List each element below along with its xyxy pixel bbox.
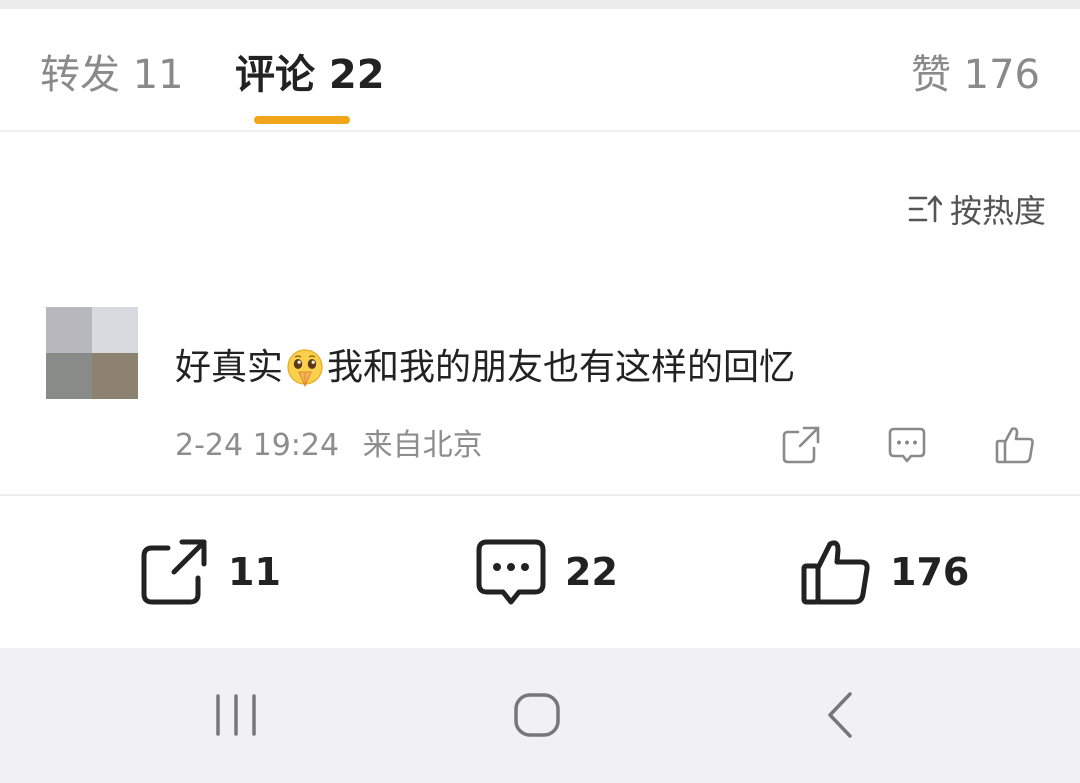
avatar[interactable] [46, 307, 138, 399]
share-button[interactable]: 11 [138, 536, 281, 608]
like-count: 176 [890, 550, 970, 594]
sort-icon [908, 195, 942, 223]
comment-icon [476, 539, 546, 605]
comment-meta: 2-24 19:24 来自北京 [175, 426, 483, 466]
tab-like[interactable]: 赞 176 [911, 51, 1040, 99]
tab-comment[interactable]: 评论 22 [235, 51, 385, 99]
top-edge-strip [0, 0, 1080, 9]
avatar-pixel [46, 307, 92, 353]
like-button[interactable]: 176 [800, 536, 969, 608]
system-navigation-bar [0, 648, 1080, 783]
avatar-pixel [92, 307, 138, 353]
tab-bar: 转发 11 评论 22 赞 176 [0, 9, 1080, 132]
comment-count: 22 [565, 550, 618, 594]
comment-text: 好真实 我和我的朋友也有这样的回忆 [175, 344, 795, 392]
like-icon [801, 540, 870, 605]
comment-button[interactable]: 22 [475, 536, 618, 608]
comment-reply-icon[interactable] [886, 424, 928, 466]
back-icon[interactable] [812, 690, 872, 742]
comment-like-icon[interactable] [994, 424, 1036, 466]
sort-label: 按热度 [949, 192, 1046, 230]
share-count: 11 [228, 550, 281, 594]
pleading-hands-emoji-icon [287, 349, 323, 388]
share-icon [141, 539, 207, 605]
comment-text-after: 我和我的朋友也有这样的回忆 [327, 347, 796, 388]
comment-location: 来自北京 [362, 428, 483, 463]
comment-share-icon[interactable] [780, 424, 822, 466]
avatar-pixel [92, 353, 138, 399]
active-tab-indicator [254, 116, 350, 124]
comment-text-before: 好真实 [175, 347, 284, 388]
recent-apps-icon[interactable] [206, 690, 266, 742]
home-icon[interactable] [508, 690, 568, 742]
avatar-pixel [46, 353, 92, 399]
comment-time: 2-24 19:24 [175, 428, 340, 463]
tab-repost[interactable]: 转发 11 [40, 51, 184, 99]
sort-button[interactable]: 按热度 [908, 187, 1046, 231]
bottom-action-bar: 11 22 176 [0, 496, 1080, 648]
